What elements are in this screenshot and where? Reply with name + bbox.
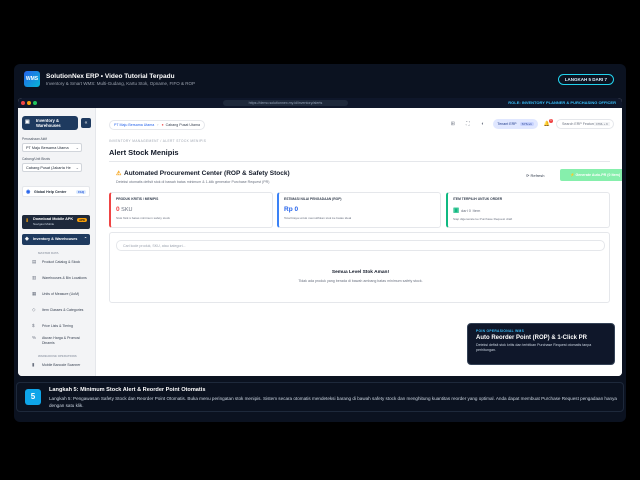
inventory-menu[interactable]: ◈ Inventory & Warehouses ⌃ [22,234,90,245]
kpi-selected-items: ITEM TERPILIH UNTUK ORDER ▣ dari 0 Item … [446,192,610,228]
close-dot-icon[interactable] [21,101,25,105]
catalog-icon: ▤ [32,259,37,264]
empty-state-subtitle: Tidak ada produk yang berada di bawah am… [298,279,423,283]
tag-icon: ◇ [32,307,36,312]
box-icon: ▣ [25,119,30,125]
banner-title: SolutionNex ERP • Video Tutorial Terpadu [46,72,175,80]
breadcrumb: INVENTORY MANAGEMENT / ALERT STOCK MENIP… [109,139,207,143]
download-mobile-apk-link[interactable]: ⬇ Download Mobile APK Navigasi Mobile APK [22,215,90,229]
sidebar: ▣ Inventory & Warehouses « Perusahaan Akt… [18,108,96,376]
apk-badge: APK [77,218,87,222]
tip-eyebrow: POIN OPERASIONAL WMS [476,329,525,333]
wms-logo: WMS [24,71,40,87]
module-switcher[interactable]: ▣ Inventory & Warehouses [22,116,78,130]
sidebar-item-item-classes[interactable]: ◇ Item Classes & Categories [32,307,90,313]
sidebar-item-mobile-scanner[interactable]: ▮ Mobile Barcode Scanner [32,362,90,368]
sidebar-item-warehouses[interactable]: ▥ Warehouses & Bin Locations [32,275,90,281]
step-number: 5 [25,389,41,405]
pin-icon: ● [161,123,164,127]
warning-icon: ⚠ [116,171,122,177]
url-bar[interactable]: https://demo.solutionnex.my.id/inventory… [223,100,348,106]
theme-toggle-icon[interactable]: ◐ [478,120,487,129]
sidebar-item-uom[interactable]: ▦ Units of Measure (UoM) [32,291,90,297]
step-caption: 5 Langkah 5: Minimum Stock Alert & Reord… [16,382,624,412]
separator-icon: › [157,123,159,127]
building-icon: ▥ [32,275,37,280]
shortcut-hint: CTRL + K [593,122,610,126]
page-title: Alert Stock Menipis [109,148,179,157]
branch-label: Cabang/Unit Bisnis [22,157,51,161]
kpi-procurement-estimate: ESTIMASI NILAI PENGADAAN (ROP) Rp 0 Tota… [277,192,441,228]
divider [109,161,610,162]
browser-chrome: https://demo.solutionnex.my.id/inventory… [18,98,622,108]
kpi-critical-products: PRODUK KRITIS / MENIPIS 0 SKU Stok fisik… [109,192,273,228]
price-icon: $ [32,323,35,328]
chevron-left-icon: « [84,120,88,126]
percent-icon: % [32,335,37,340]
section-title: ⚠ Automated Procurement Center (ROP & Saf… [116,170,290,177]
global-help-center-link[interactable]: ◉ Global Help Center FAQ [22,186,90,197]
tenant-badge[interactable]: Tenant ERP SYS-v1 [493,119,538,129]
header-actions: ⊞ ⛶ ◐ Tenant ERP SYS-v1 🔔 1 Search ERP Fea… [448,119,622,129]
tutorial-banner: WMS SolutionNex ERP • Video Tutorial Ter… [16,66,624,92]
company-pill-label: PT Maju Bersama Utama [114,123,155,127]
empty-state-title: Semua Level Stok Aman! [331,270,390,275]
company-select[interactable]: PT Maju Bersama Utama ⌄ [22,143,82,152]
bell-icon[interactable]: 🔔 1 [544,119,553,127]
warehouse-icon: ◈ [25,236,29,242]
generate-auto-pr-button[interactable]: ⚡ Generate Auto-PR (0 Item) [560,169,622,181]
maximize-dot-icon[interactable] [33,101,37,105]
sidebar-item-pricing-rules[interactable]: % Aturan Harga & Promosi Dinamis [32,335,90,345]
download-icon: ⬇ [25,218,30,224]
kpi-cards: PRODUK KRITIS / MENIPIS 0 SKU Stok fisik… [109,192,610,228]
tip-title: Auto Reorder Point (ROP) & 1-Click PR [476,335,588,341]
chevron-up-icon: ⌃ [83,237,87,241]
company-branch-pill[interactable]: PT Maju Bersama Utama › ● Cabang Pusat U… [109,120,206,130]
section-warehouse-operations: WAREHOUSE OPERATIONS [38,354,77,358]
tip-description: Deteksi defisit stok kritis dan terbitka… [476,343,592,352]
branch-select[interactable]: Cabang Pusat (Jakarta He ⌄ [22,163,82,172]
stock-alert-panel: Cari kode produk, SKU, atau kategori... … [109,232,610,303]
chevron-down-icon: ⌄ [75,165,79,170]
fullscreen-icon[interactable]: ⛶ [463,120,472,129]
grid-icon[interactable]: ⊞ [448,120,457,129]
company-label: Perusahaan Aktif [22,137,47,141]
step-title: Langkah 5: Minimum Stock Alert & Reorder… [49,387,206,393]
collapse-sidebar-button[interactable]: « [81,118,91,128]
operational-tip-card: POIN OPERASIONAL WMS Auto Reorder Point … [467,323,615,365]
help-icon: ◉ [26,189,31,195]
search-input[interactable]: Search ERP Features... CTRL + K [556,119,614,129]
sidebar-item-product-catalog[interactable]: ▤ Product Catalog & Stock [32,259,90,265]
section-description: Deteksi otomatis defisit stok di bawah b… [116,180,270,184]
barcode-icon: ▮ [32,362,35,367]
hash-icon: ▣ [453,207,461,214]
branch-pill-label: Cabang Pusat Utama [165,123,201,127]
step-description: Langkah 5: Pengawasan Safety Stock dan R… [49,396,617,408]
banner-subtitle: Inventory & Smart WMS: Multi-Gudang, Kar… [46,80,196,86]
minimize-dot-icon[interactable] [27,101,31,105]
role-label: ROLE: INVENTORY PLANNER & PURCHASING OFF… [508,100,616,105]
step-progress-chip: LANGKAH 5 DARI 7 [557,74,614,85]
sidebar-item-price-lists[interactable]: $ Price Lists & Tiering [32,323,90,329]
product-filter-input[interactable]: Cari kode produk, SKU, atau kategori... [116,240,605,251]
ruler-icon: ▦ [32,291,37,296]
notification-count: 1 [549,119,553,123]
faq-badge: FAQ [76,190,86,194]
section-master-data: MASTER DATA [38,251,59,255]
chevron-down-icon: ⌄ [75,145,79,150]
refresh-button[interactable]: ⟳ Refresh [526,173,544,178]
